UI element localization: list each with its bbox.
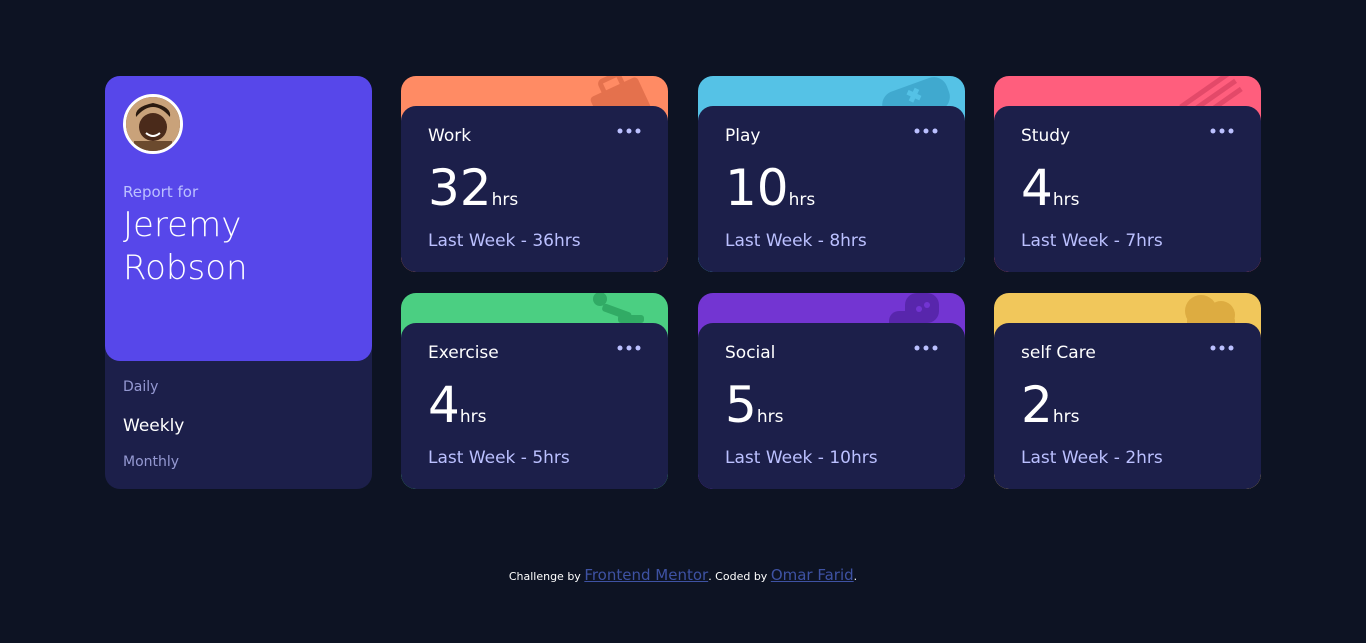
more-options-icon[interactable] [616, 339, 642, 357]
activity-title: Social [725, 343, 776, 363]
period-weekly[interactable]: Weekly [123, 416, 184, 436]
challenge-by-text: Challenge by [508, 570, 581, 583]
period-monthly[interactable]: Monthly [123, 454, 179, 470]
activity-card-body: Exercise 4hrs Last Week - 5hrs [401, 323, 668, 489]
author-link[interactable]: Omar Farid [771, 566, 854, 584]
more-options-icon[interactable] [913, 339, 939, 357]
profile-card: Report for Jeremy Robson Daily Weekly Mo… [105, 76, 372, 489]
frontend-mentor-link[interactable]: Frontend Mentor [584, 566, 708, 584]
hours-unit: hrs [491, 190, 519, 210]
activity-title: Study [1021, 126, 1071, 146]
period-daily[interactable]: Daily [123, 379, 158, 395]
avatar [123, 94, 183, 154]
current-hours: 10hrs [725, 156, 815, 220]
more-options-icon[interactable] [1209, 339, 1235, 357]
more-options-icon[interactable] [1209, 122, 1235, 140]
previous-hours: Last Week - 2hrs [1021, 448, 1163, 468]
profile-header: Report for Jeremy Robson [105, 76, 372, 361]
previous-hours: Last Week - 36hrs [428, 231, 581, 251]
hours-unit: hrs [1052, 407, 1080, 427]
activity-card-body: Social 5hrs Last Week - 10hrs [698, 323, 965, 489]
activity-title: self Care [1021, 343, 1096, 363]
current-hours: 4hrs [1021, 156, 1079, 220]
report-for-label: Report for [123, 183, 199, 201]
previous-hours: Last Week - 7hrs [1021, 231, 1163, 251]
activity-card-exercise[interactable]: Exercise 4hrs Last Week - 5hrs [401, 293, 668, 489]
activity-card-play[interactable]: Play 10hrs Last Week - 8hrs [698, 76, 965, 272]
more-options-icon[interactable] [616, 122, 642, 140]
current-hours: 4hrs [428, 373, 486, 437]
activity-card-study[interactable]: Study 4hrs Last Week - 7hrs [994, 76, 1261, 272]
footer-period: . [853, 570, 858, 583]
attribution-footer: Challenge by Frontend Mentor. Coded by O… [0, 566, 1366, 584]
current-hours: 2hrs [1021, 373, 1079, 437]
hours-unit: hrs [1052, 190, 1080, 210]
activity-card-body: Study 4hrs Last Week - 7hrs [994, 106, 1261, 272]
dashboard: Report for Jeremy Robson Daily Weekly Mo… [105, 76, 1261, 489]
previous-hours: Last Week - 10hrs [725, 448, 878, 468]
activity-card-body: Play 10hrs Last Week - 8hrs [698, 106, 965, 272]
current-hours-number: 10 [725, 159, 789, 217]
hours-unit: hrs [756, 407, 784, 427]
previous-hours: Last Week - 8hrs [725, 231, 867, 251]
activity-title: Play [725, 126, 761, 146]
user-name: Jeremy Robson [123, 205, 248, 288]
activity-title: Exercise [428, 343, 499, 363]
current-hours-number: 32 [428, 159, 492, 217]
current-hours: 32hrs [428, 156, 518, 220]
activity-card-self-care[interactable]: self Care 2hrs Last Week - 2hrs [994, 293, 1261, 489]
current-hours-number: 4 [428, 376, 460, 434]
current-hours-number: 4 [1021, 159, 1053, 217]
activity-card-body: Work 32hrs Last Week - 36hrs [401, 106, 668, 272]
previous-hours: Last Week - 5hrs [428, 448, 570, 468]
activity-card-body: self Care 2hrs Last Week - 2hrs [994, 323, 1261, 489]
current-hours: 5hrs [725, 373, 783, 437]
more-options-icon[interactable] [913, 122, 939, 140]
hours-unit: hrs [788, 190, 816, 210]
current-hours-number: 5 [725, 376, 757, 434]
coded-by-text: . Coded by [708, 570, 768, 583]
activity-card-work[interactable]: Work 32hrs Last Week - 36hrs [401, 76, 668, 272]
activity-title: Work [428, 126, 472, 146]
current-hours-number: 2 [1021, 376, 1053, 434]
activity-card-social[interactable]: Social 5hrs Last Week - 10hrs [698, 293, 965, 489]
hours-unit: hrs [459, 407, 487, 427]
